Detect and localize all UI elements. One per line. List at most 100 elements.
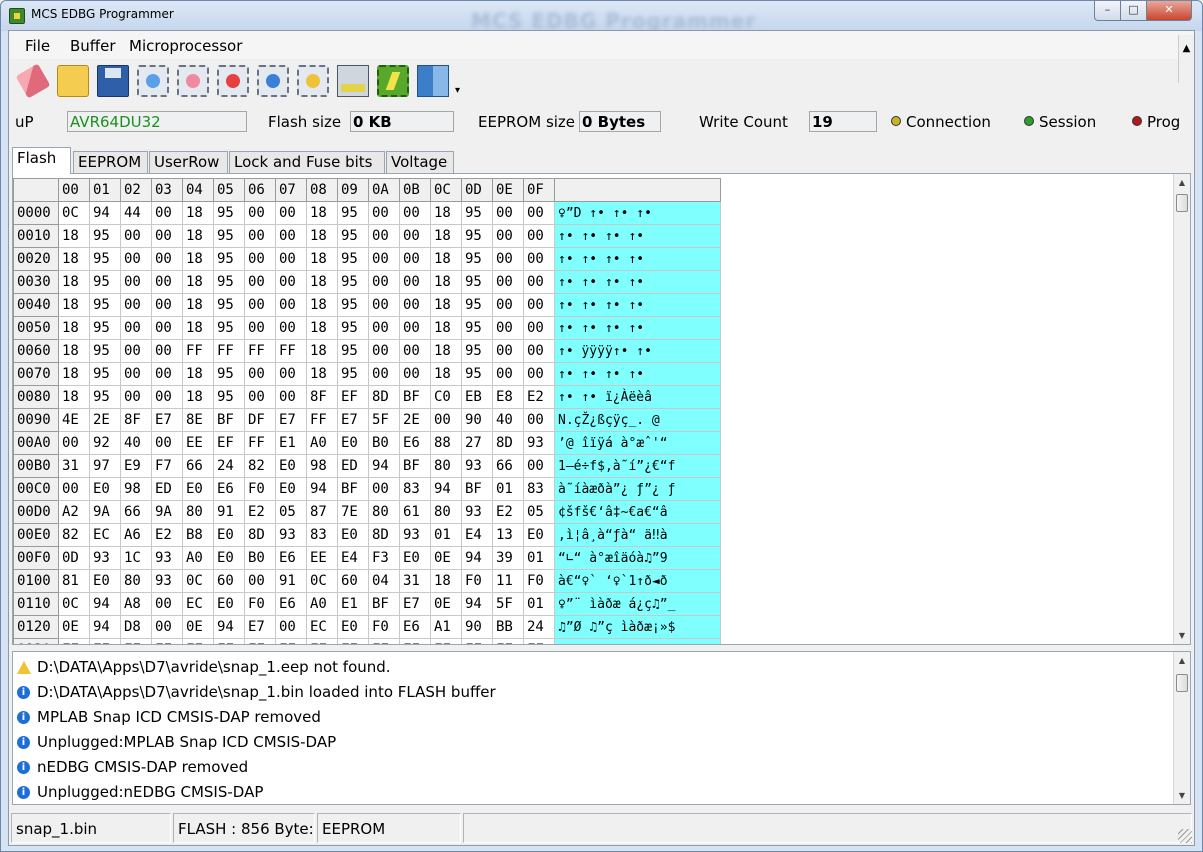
hex-ascii-cell[interactable]: à€“♀` ‘♀`1↑ð◄ð (554, 569, 721, 593)
hex-byte-cell[interactable]: A0 (306, 592, 338, 616)
hex-byte-cell[interactable]: 00 (368, 362, 400, 386)
hex-byte-cell[interactable]: ED (337, 454, 369, 478)
hex-byte-cell[interactable]: 94 (213, 615, 245, 639)
hex-row[interactable]: 0120 0E 94 D8 00 0E 94 E7 00 EC E0 F0 E6 A1 90 BB 24 ♫”Ø … (13, 615, 721, 639)
hex-byte-cell[interactable]: 00 (523, 339, 555, 363)
hex-byte-cell[interactable]: 93 (399, 523, 431, 547)
hex-byte-cell[interactable]: 00 (492, 362, 524, 386)
hex-byte-cell[interactable]: C0 (430, 385, 462, 409)
hex-byte-cell[interactable]: 90 (461, 408, 493, 432)
message-log[interactable]: D:\DATA\Apps\D7\avride\snap_1.eep not fo… (12, 651, 1191, 805)
hex-byte-cell[interactable]: F0 (523, 569, 555, 593)
hex-byte-cell[interactable]: 0C (58, 592, 90, 616)
hex-byte-cell[interactable]: A1 (430, 615, 462, 639)
hex-byte-cell[interactable]: 0E (430, 546, 462, 570)
eraser-icon[interactable] (15, 63, 51, 99)
hex-byte-cell[interactable]: 0C (58, 201, 90, 225)
hex-byte-cell[interactable]: 00 (151, 293, 183, 317)
close-button[interactable]: ✕ (1146, 1, 1192, 21)
hex-row[interactable]: 0080 18 95 00 00 18 95 00 00 8F EF 8D BF C0 EB E8 E2 ↑• ↑… (13, 385, 721, 409)
hex-byte-cell[interactable]: 00 (244, 247, 276, 271)
hex-byte-cell[interactable]: D8 (120, 615, 152, 639)
hex-byte-cell[interactable]: 00 (151, 316, 183, 340)
hex-byte-cell[interactable]: 00 (275, 615, 307, 639)
hex-ascii-cell[interactable]: ¢šfš€‘â‡~€a€“â (554, 500, 721, 524)
hex-byte-cell[interactable]: FF (399, 638, 431, 644)
hex-byte-cell[interactable]: 0C (306, 569, 338, 593)
hex-byte-cell[interactable]: 00 (275, 247, 307, 271)
hex-byte-cell[interactable]: 00 (368, 270, 400, 294)
hex-byte-cell[interactable]: 4E (58, 408, 90, 432)
hex-byte-cell[interactable]: 95 (89, 316, 121, 340)
hex-byte-cell[interactable]: A8 (120, 592, 152, 616)
hex-byte-cell[interactable]: 7E (337, 500, 369, 524)
hex-row[interactable]: 0000 0C 94 44 00 18 95 00 00 18 95 00 00 18 95 00 00 ♀”D … (13, 201, 721, 225)
hex-byte-cell[interactable]: 2E (89, 408, 121, 432)
hex-byte-cell[interactable]: 8E (182, 408, 214, 432)
hex-byte-cell[interactable]: 00 (399, 362, 431, 386)
hex-byte-cell[interactable]: 98 (306, 454, 338, 478)
hex-byte-cell[interactable]: 24 (523, 615, 555, 639)
hex-byte-cell[interactable]: E6 (275, 592, 307, 616)
hex-byte-cell[interactable]: 94 (306, 477, 338, 501)
hex-byte-cell[interactable]: 00 (368, 339, 400, 363)
hex-byte-cell[interactable]: E0 (275, 477, 307, 501)
hex-byte-cell[interactable]: 18 (306, 201, 338, 225)
hex-row[interactable]: 0090 4E 2E 8F E7 8E BF DF E7 FF E7 5F 2E 00 90 40 00 N.çŽ… (13, 408, 721, 432)
hex-byte-cell[interactable]: 00 (120, 247, 152, 271)
hex-ascii-cell[interactable]: ↑• ↑• ↑• ↑• (554, 362, 721, 386)
menu-file[interactable]: File (25, 37, 50, 55)
hex-byte-cell[interactable]: 00 (492, 270, 524, 294)
hex-byte-cell[interactable]: 00 (151, 592, 183, 616)
hex-byte-cell[interactable]: FF (182, 638, 214, 644)
hex-byte-cell[interactable]: EB (461, 385, 493, 409)
hex-byte-cell[interactable]: 18 (58, 316, 90, 340)
hex-byte-cell[interactable]: 00 (492, 201, 524, 225)
hex-byte-cell[interactable]: 95 (89, 270, 121, 294)
hex-byte-cell[interactable]: 95 (213, 362, 245, 386)
hex-byte-cell[interactable]: 18 (430, 270, 462, 294)
hex-byte-cell[interactable]: F0 (368, 615, 400, 639)
hex-byte-cell[interactable]: 18 (430, 293, 462, 317)
hex-byte-cell[interactable]: 00 (244, 201, 276, 225)
hex-byte-cell[interactable]: BF (399, 385, 431, 409)
hex-row[interactable]: 00B0 31 97 E9 F7 66 24 82 E0 98 ED 94 BF 80 93 66 00 1—é÷… (13, 454, 721, 478)
hex-byte-cell[interactable]: 18 (58, 270, 90, 294)
hex-row[interactable]: 00E0 82 EC A6 E2 B8 E0 8D 93 83 E0 8D 93 01 E4 13 E0 ‚ì¦â… (13, 523, 721, 547)
hex-byte-cell[interactable]: E0 (337, 431, 369, 455)
hex-byte-cell[interactable]: E8 (492, 385, 524, 409)
hex-byte-cell[interactable]: 18 (58, 224, 90, 248)
hex-ascii-cell[interactable]: ↑• ↑• ↑• ↑• (554, 316, 721, 340)
hex-byte-cell[interactable]: E4 (337, 546, 369, 570)
hex-byte-cell[interactable]: 95 (337, 339, 369, 363)
hex-byte-cell[interactable]: 95 (213, 270, 245, 294)
hex-byte-cell[interactable]: 93 (151, 546, 183, 570)
hex-byte-cell[interactable]: 00 (399, 293, 431, 317)
hex-byte-cell[interactable]: 94 (89, 201, 121, 225)
hex-ascii-cell[interactable]: à˜íàæðà”¿ ƒ”¿ ƒ (554, 477, 721, 501)
hex-byte-cell[interactable]: 95 (337, 362, 369, 386)
hex-row[interactable]: 0010 18 95 00 00 18 95 00 00 18 95 00 00 18 95 00 00 ↑• ↑… (13, 224, 721, 248)
hex-byte-cell[interactable]: FF (213, 339, 245, 363)
hex-byte-cell[interactable]: 00 (523, 201, 555, 225)
hex-byte-cell[interactable]: 04 (368, 569, 400, 593)
hex-byte-cell[interactable]: 93 (461, 500, 493, 524)
hex-row[interactable]: 0110 0C 94 A8 00 EC E0 F0 E6 A0 E1 BF E7 0E 94 5F 01 ♀”¨ … (13, 592, 721, 616)
hex-byte-cell[interactable]: FF (337, 638, 369, 644)
hex-byte-cell[interactable]: E0 (89, 477, 121, 501)
hex-byte-cell[interactable]: 93 (275, 523, 307, 547)
hex-byte-cell[interactable]: 94 (89, 592, 121, 616)
hex-ascii-cell[interactable]: ♀”¨ ìàðæ á¿ç♫”_ (554, 592, 721, 616)
app-chip-icon[interactable] (9, 8, 25, 24)
hex-byte-cell[interactable]: 95 (337, 201, 369, 225)
hex-byte-cell[interactable]: 01 (523, 592, 555, 616)
hex-byte-cell[interactable]: DF (244, 408, 276, 432)
hex-byte-cell[interactable]: EE (182, 431, 214, 455)
hex-row[interactable]: 0130FFFFFFFFFFFFFFFFFFFFFFFFFFFFFFFFÿÿÿÿ… (13, 638, 721, 644)
tab-eeprom[interactable]: EEPROM (73, 151, 148, 173)
hex-byte-cell[interactable]: EE (306, 546, 338, 570)
hex-byte-cell[interactable]: 91 (275, 569, 307, 593)
log-scroll-thumb[interactable] (1176, 674, 1188, 692)
hex-byte-cell[interactable]: 60 (213, 569, 245, 593)
hex-byte-cell[interactable]: 18 (58, 339, 90, 363)
